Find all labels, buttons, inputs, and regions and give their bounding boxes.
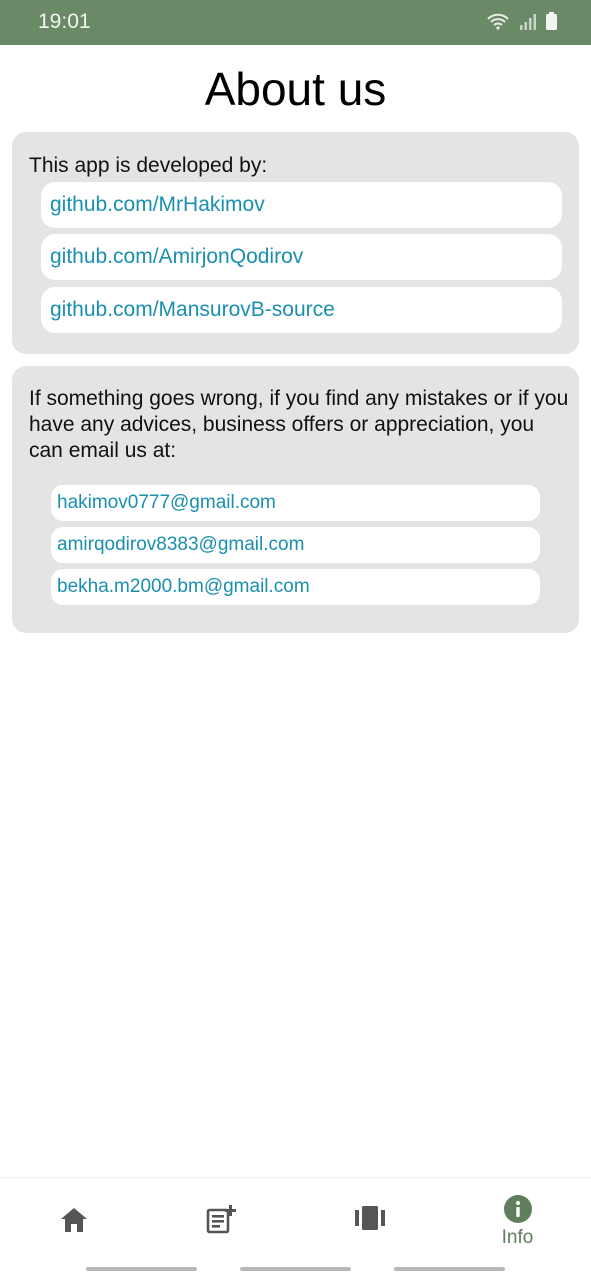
- email-link-amirqodirov[interactable]: amirqodirov8383@gmail.com: [51, 527, 540, 563]
- home-icon: [60, 1208, 87, 1232]
- nav-cards[interactable]: [296, 1178, 443, 1261]
- add-note-icon: [206, 1205, 236, 1234]
- cards-icon: [354, 1206, 385, 1230]
- email-link-bekha[interactable]: bekha.m2000.bm@gmail.com: [51, 569, 540, 605]
- github-link-amirjonqodirov[interactable]: github.com/AmirjonQodirov: [41, 234, 562, 280]
- developers-card: This app is developed by: github.com/MrH…: [12, 132, 579, 354]
- email-link-hakimov[interactable]: hakimov0777@gmail.com: [51, 485, 540, 521]
- battery-icon: [546, 12, 557, 30]
- gesture-handle-left[interactable]: [86, 1267, 197, 1271]
- nav-info-label: Info: [501, 1227, 534, 1248]
- info-icon: [503, 1195, 532, 1223]
- gesture-handle-right[interactable]: [394, 1267, 505, 1271]
- status-icons: [486, 12, 557, 30]
- signal-icon: [520, 14, 536, 30]
- contact-card: If something goes wrong, if you find any…: [12, 366, 579, 633]
- developers-heading: This app is developed by:: [29, 154, 268, 177]
- gesture-handle-center[interactable]: [240, 1267, 351, 1271]
- github-link-mrhakimov[interactable]: github.com/MrHakimov: [41, 182, 562, 228]
- github-link-mansurovb-source[interactable]: github.com/MansurovB-source: [41, 287, 562, 333]
- page-title: About us: [204, 63, 387, 115]
- gesture-bar: [0, 1260, 591, 1280]
- status-time: 19:01: [38, 10, 91, 33]
- nav-add-note[interactable]: [148, 1178, 295, 1261]
- status-bar: 19:01: [0, 0, 591, 45]
- contact-message: If something goes wrong, if you find any…: [29, 387, 569, 462]
- wifi-icon: [486, 12, 510, 30]
- bottom-navigation: Info: [0, 1177, 591, 1260]
- nav-home[interactable]: [0, 1178, 147, 1261]
- nav-info[interactable]: Info: [444, 1178, 591, 1261]
